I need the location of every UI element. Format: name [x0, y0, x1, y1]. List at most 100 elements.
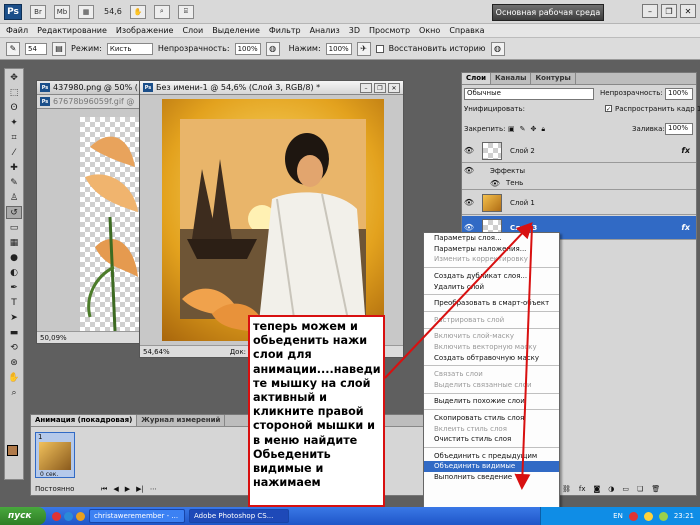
layer-opacity-input[interactable]: 100%	[665, 88, 693, 100]
lock-pixels-icon[interactable]: ✎	[520, 125, 526, 134]
path-select-icon[interactable]: ➤	[6, 311, 22, 324]
eye-icon[interactable]: 👁︎	[462, 146, 476, 155]
tray-icon[interactable]	[628, 511, 638, 521]
menu-3d[interactable]: 3D	[349, 26, 360, 35]
browser-icon[interactable]	[64, 511, 73, 521]
lasso-tool-icon[interactable]: ʘ	[6, 101, 22, 114]
lock-all-icon[interactable]: 🔒︎	[541, 125, 545, 134]
move-tool-icon[interactable]: ✥	[6, 71, 22, 84]
menu-item[interactable]: Очистить стиль слоя	[424, 434, 559, 445]
tab-animation[interactable]: Анимация (покадровая)	[31, 415, 138, 426]
start-button[interactable]: пуск	[0, 507, 46, 525]
clone-stamp-icon[interactable]: ♙	[6, 191, 22, 204]
lock-transparency-icon[interactable]: ▣	[508, 125, 515, 134]
dodge-tool-icon[interactable]: ◐	[6, 266, 22, 279]
frame-delay[interactable]: 0 сек.	[36, 471, 74, 478]
menu-item[interactable]: Создать дубликат слоя...	[424, 271, 559, 282]
zoom-tool-icon[interactable]: ⌕	[153, 4, 170, 19]
3d-rotate-icon[interactable]: ⟲	[6, 341, 22, 354]
healing-brush-icon[interactable]: ✚	[6, 161, 22, 174]
menu-window[interactable]: Окно	[419, 26, 440, 35]
menu-help[interactable]: Справка	[449, 26, 484, 35]
mini-bridge-icon[interactable]: Mb	[54, 4, 70, 19]
foreground-color-swatch[interactable]	[7, 445, 18, 456]
hand-tool-icon[interactable]: ✋	[129, 4, 146, 19]
lock-position-icon[interactable]: ✥	[531, 125, 537, 134]
menu-item[interactable]: Объединить с предыдущим	[424, 451, 559, 462]
pen-tool-icon[interactable]: ✒	[6, 281, 22, 294]
language-indicator[interactable]: EN	[613, 512, 623, 520]
gradient-tool-icon[interactable]: ▦	[6, 236, 22, 249]
new-group-icon[interactable]: ▭	[622, 485, 629, 493]
eye-icon[interactable]: 👁︎	[462, 223, 476, 232]
app-icon[interactable]	[76, 511, 85, 521]
menu-file[interactable]: Файл	[6, 26, 28, 35]
menu-item[interactable]: Удалить слой	[424, 281, 559, 292]
menu-item[interactable]: Объединить видимые	[424, 461, 559, 472]
brush-tool-icon[interactable]: ✎	[6, 176, 22, 189]
tab-paths[interactable]: Контуры	[531, 73, 576, 84]
history-brush-icon[interactable]: ✎	[6, 41, 20, 56]
first-frame-icon[interactable]: ⏮	[101, 485, 107, 494]
history-brush-tool-icon[interactable]: ↺	[6, 206, 22, 219]
menu-edit[interactable]: Редактирование	[37, 26, 107, 35]
delete-layer-icon[interactable]: 🗑︎	[651, 485, 660, 493]
tween-icon[interactable]: ⋯	[150, 485, 157, 494]
effects-row[interactable]: 👁︎ Эффекты	[462, 164, 696, 177]
tablet-opacity-icon[interactable]: ◍	[265, 41, 280, 56]
3d-orbit-icon[interactable]: ⊛	[6, 356, 22, 369]
tablet-size-icon[interactable]: ◍	[490, 41, 505, 56]
shadow-effect-row[interactable]: 👁︎ Тень	[462, 177, 696, 190]
mode-select[interactable]: Кисть	[106, 42, 153, 55]
opacity-input[interactable]: 100%	[234, 42, 261, 55]
task-photoshop[interactable]: Adobe Photoshop CS...	[189, 509, 289, 523]
blend-mode-select[interactable]: Обычные	[464, 88, 594, 100]
fx-icon[interactable]: fx	[681, 223, 690, 232]
close-icon[interactable]: ✕	[388, 83, 400, 93]
menu-select[interactable]: Выделение	[212, 26, 260, 35]
menu-filter[interactable]: Фильтр	[269, 26, 301, 35]
menu-analysis[interactable]: Анализ	[310, 26, 340, 35]
restore-icon[interactable]: ❐	[661, 4, 677, 18]
play-icon[interactable]: ▶	[125, 485, 130, 494]
adjustment-layer-icon[interactable]: ◑	[608, 485, 614, 493]
restore-history-checkbox[interactable]	[375, 44, 384, 53]
eye-icon[interactable]: 👁︎	[462, 166, 476, 175]
layer-row-2[interactable]: 👁︎ Слой 2 fx	[462, 139, 696, 163]
tab-layers[interactable]: Слои	[462, 73, 491, 84]
arrange-documents-icon[interactable]: ⌸	[177, 4, 194, 19]
add-style-icon[interactable]: fx	[579, 485, 586, 493]
loop-options[interactable]: Постоянно	[35, 485, 74, 493]
eraser-tool-icon[interactable]: ▭	[6, 221, 22, 234]
marquee-tool-icon[interactable]: ⬚	[6, 86, 22, 99]
fill-input[interactable]: 100%	[665, 123, 693, 135]
link-layers-icon[interactable]: ⛓	[562, 485, 571, 493]
eyedropper-icon[interactable]: ⁄	[6, 146, 22, 159]
hand-tool-icon[interactable]: ✋	[6, 371, 22, 384]
menu-image[interactable]: Изображение	[116, 26, 174, 35]
menu-item[interactable]: Параметры наложения...	[424, 244, 559, 255]
magic-wand-icon[interactable]: ✦	[6, 116, 22, 129]
close-icon[interactable]: ✕	[680, 4, 696, 18]
workspace-button[interactable]: Основная рабочая среда	[492, 4, 604, 21]
zoom-level[interactable]: 54,6	[104, 7, 122, 16]
eye-icon[interactable]: 👁︎	[462, 198, 476, 207]
fx-icon[interactable]: fx	[681, 146, 690, 155]
tab-channels[interactable]: Каналы	[491, 73, 532, 84]
propagate-frame-checkbox[interactable]: ✓	[605, 105, 612, 113]
add-mask-icon[interactable]: ◙	[594, 485, 601, 493]
opera-icon[interactable]	[52, 511, 61, 521]
animation-frame[interactable]: 1 0 сек.	[35, 432, 75, 478]
tab-measurement-log[interactable]: Журнал измерений	[137, 415, 226, 426]
prev-frame-icon[interactable]: ◀	[113, 485, 118, 494]
menu-item[interactable]: Скопировать стиль слоя	[424, 413, 559, 424]
zoom-tool-icon[interactable]: ⌕	[6, 386, 22, 399]
eye-icon[interactable]: 👁︎	[488, 179, 502, 188]
tray-icon[interactable]	[643, 511, 653, 521]
menu-item[interactable]: Выполнить сведение	[424, 472, 559, 483]
layer-row-1[interactable]: 👁︎ Слой 1	[462, 191, 696, 215]
next-frame-icon[interactable]: ▶|	[136, 485, 144, 494]
menu-item[interactable]: Выделить похожие слои	[424, 396, 559, 407]
airbrush-icon[interactable]: ✈	[356, 41, 371, 56]
type-tool-icon[interactable]: T	[6, 296, 22, 309]
